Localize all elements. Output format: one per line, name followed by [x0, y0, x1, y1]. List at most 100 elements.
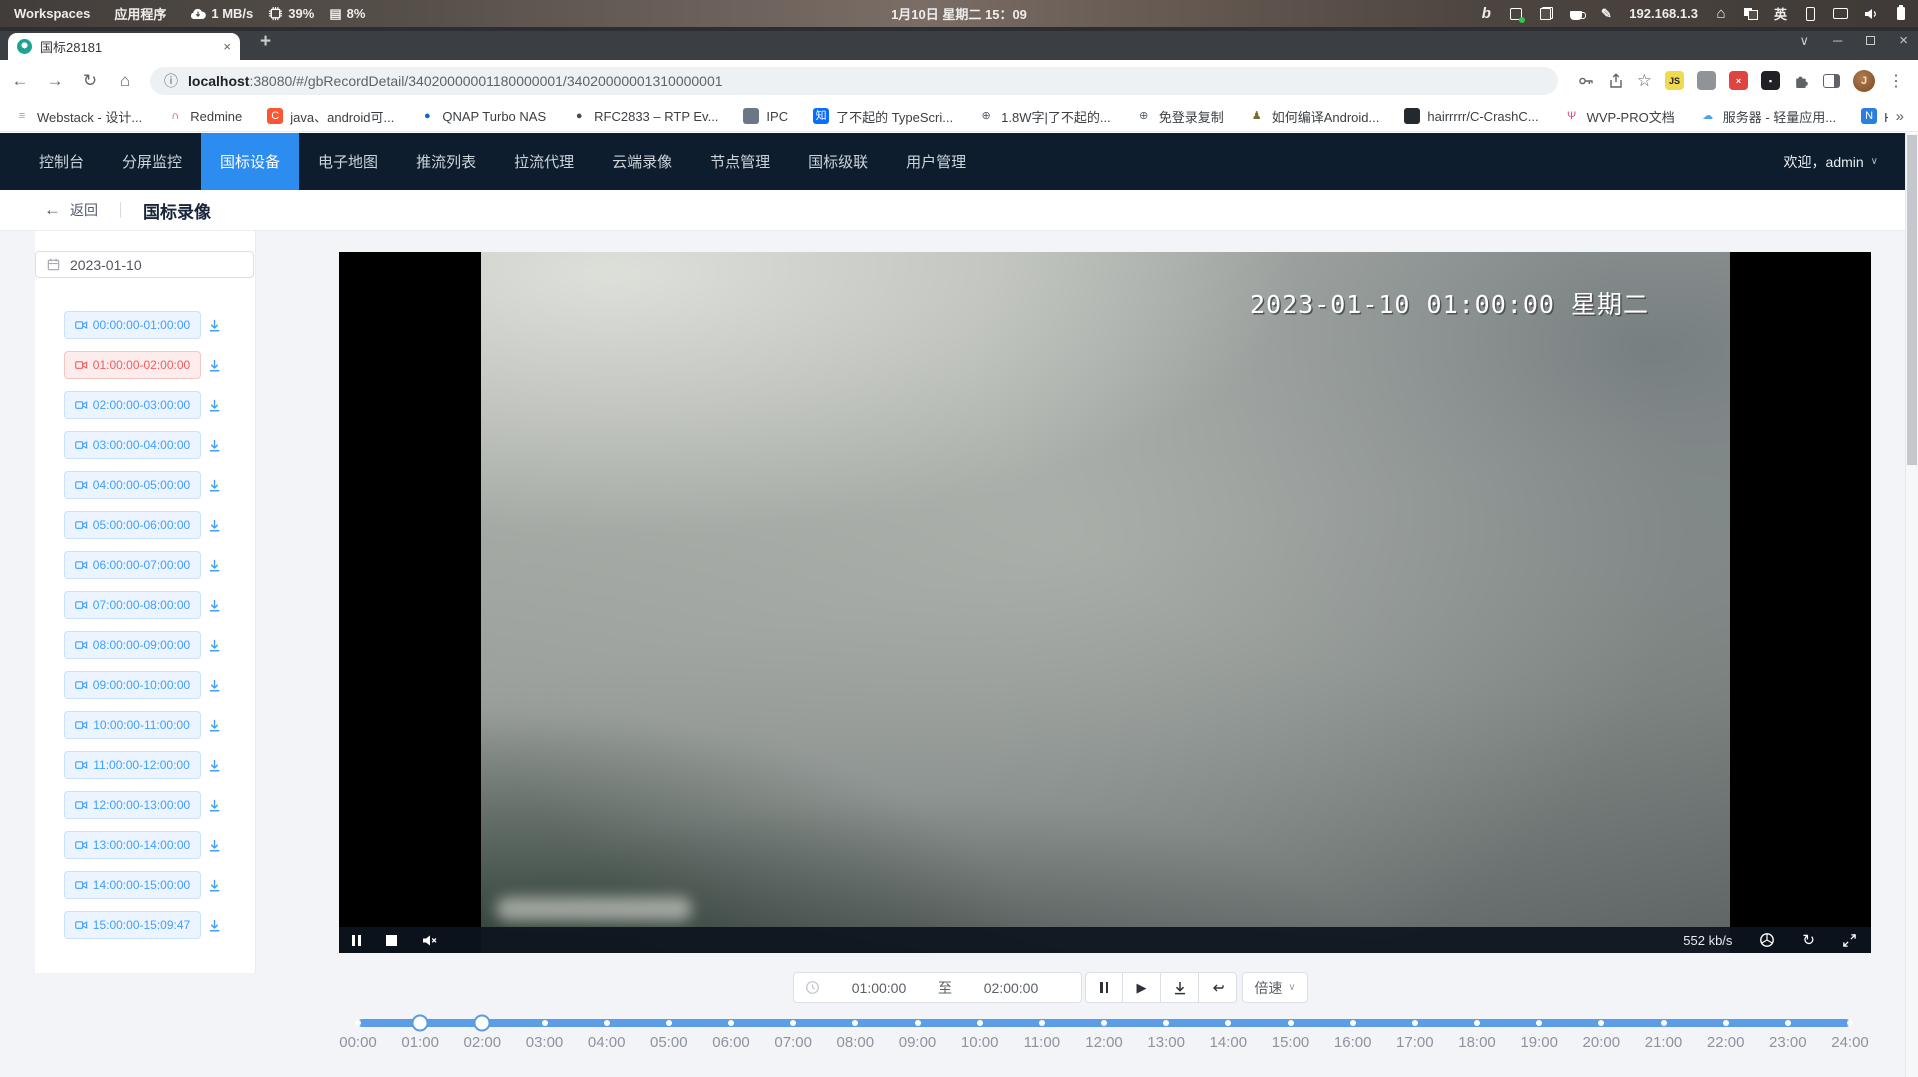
record-time-button[interactable]: 07:00:00-08:00:00 — [64, 591, 201, 619]
record-time-button[interactable]: 05:00:00-06:00:00 — [64, 511, 201, 539]
record-download-icon[interactable] — [207, 838, 222, 853]
record-time-button[interactable]: 11:00:00-12:00:00 — [64, 751, 201, 779]
cpu-usage-indicator[interactable]: 39% — [268, 6, 314, 21]
password-key-icon[interactable] — [1577, 73, 1595, 89]
display-tray-icon[interactable] — [1833, 8, 1848, 19]
profile-avatar[interactable]: J — [1853, 70, 1875, 92]
record-time-button[interactable]: 15:00:00-15:09:47 — [64, 911, 201, 939]
nav-tab[interactable]: 节点管理 — [691, 133, 789, 190]
record-download-icon[interactable] — [207, 318, 222, 333]
memory-usage-indicator[interactable]: ▤ 8% — [329, 6, 365, 22]
new-tab-button[interactable]: + — [260, 31, 271, 53]
date-picker-input[interactable]: 2023-01-10 — [35, 251, 254, 278]
bing-tray-icon[interactable]: b — [1479, 5, 1493, 22]
bookmark-item[interactable]: IPC — [743, 108, 788, 124]
record-time-button[interactable]: 13:00:00-14:00:00 — [64, 831, 201, 859]
record-time-button[interactable]: 08:00:00-09:00:00 — [64, 631, 201, 659]
bookmarks-overflow-chevron[interactable]: » — [1888, 108, 1904, 125]
record-download-icon[interactable] — [207, 878, 222, 893]
coffee-tray-icon[interactable] — [1569, 8, 1583, 20]
extension-icon[interactable]: JS — [1665, 71, 1684, 90]
nav-tab[interactable]: 电子地图 — [299, 133, 397, 190]
share-icon[interactable] — [1608, 73, 1624, 89]
browser-tab[interactable]: 国标28181 × — [8, 33, 240, 60]
workspaces-tray-icon[interactable] — [1744, 8, 1758, 20]
window-close-icon[interactable]: × — [1899, 32, 1908, 49]
record-download-icon[interactable] — [207, 518, 222, 533]
record-download-icon[interactable] — [207, 638, 222, 653]
page-scrollbar[interactable] — [1905, 133, 1918, 1077]
bookmark-item[interactable]: Ψ WVP-PRO文档 — [1564, 107, 1675, 126]
nav-tab[interactable]: 拉流代理 — [495, 133, 593, 190]
bookmark-item[interactable]: ∩ Redmine — [167, 108, 242, 124]
bookmark-item[interactable]: ● RFC2833 – RTP Ev... — [571, 108, 718, 124]
window-maximize-icon[interactable] — [1866, 36, 1875, 45]
video-player[interactable]: 2023-01-10 01:00:00 星期二 552 kb/s ↻ — [339, 252, 1871, 953]
applications-menu[interactable]: 应用程序 — [114, 4, 166, 23]
back-button[interactable]: 返回 — [70, 200, 98, 220]
app-window-tray-icon[interactable] — [1509, 8, 1523, 20]
timeline-track[interactable] — [358, 1019, 1850, 1027]
input-method-indicator[interactable]: 英 — [1774, 4, 1787, 23]
nav-tab[interactable]: 云端录像 — [593, 133, 691, 190]
record-time-button[interactable]: 03:00:00-04:00:00 — [64, 431, 201, 459]
back-nav-icon[interactable]: ← — [10, 71, 30, 91]
bookmark-item[interactable]: hairrrrr/C-CrashC... — [1404, 108, 1538, 124]
tab-search-chevron-icon[interactable]: ∨ — [1800, 33, 1810, 49]
extension-icon[interactable]: × — [1729, 71, 1748, 90]
record-time-button[interactable]: 04:00:00-05:00:00 — [64, 471, 201, 499]
record-download-icon[interactable] — [207, 758, 222, 773]
clipboard-tray-icon[interactable] — [1539, 7, 1553, 20]
nav-tab[interactable]: 控制台 — [20, 133, 103, 190]
reload-icon[interactable]: ↻ — [80, 71, 100, 91]
record-download-icon[interactable] — [207, 678, 222, 693]
scrollbar-thumb[interactable] — [1907, 135, 1917, 465]
time-range-picker[interactable]: 01:00:00 至 02:00:00 — [793, 972, 1082, 1003]
bookmark-item[interactable]: ♟ 如何编译Android... — [1249, 107, 1380, 126]
forward-nav-icon[interactable]: → — [45, 71, 65, 91]
nav-tab[interactable]: 分屏监控 — [103, 133, 201, 190]
record-download-icon[interactable] — [207, 438, 222, 453]
record-download-icon[interactable] — [207, 358, 222, 373]
record-time-button[interactable]: 14:00:00-15:00:00 — [64, 871, 201, 899]
nav-tab[interactable]: 国标设备 — [201, 133, 299, 190]
pen-tool-tray-icon[interactable]: ✎ — [1599, 6, 1613, 22]
player-stop-icon[interactable] — [386, 935, 397, 946]
fullscreen-icon[interactable] — [1842, 933, 1857, 948]
site-info-icon[interactable]: ⓘ — [164, 71, 178, 91]
extension-icon[interactable] — [1697, 71, 1716, 90]
home-icon[interactable]: ⌂ — [115, 71, 135, 91]
record-download-icon[interactable] — [207, 398, 222, 413]
pause-button[interactable] — [1085, 972, 1123, 1003]
mute-speaker-icon[interactable] — [422, 934, 438, 947]
record-time-button[interactable]: 09:00:00-10:00:00 — [64, 671, 201, 699]
bookmark-item[interactable]: ⊕ 免登录复制 — [1136, 107, 1224, 126]
volume-tray-icon[interactable] — [1864, 8, 1878, 20]
seek-back-button[interactable] — [1199, 972, 1237, 1003]
bookmark-star-icon[interactable]: ☆ — [1637, 71, 1652, 91]
timeline-range-handle[interactable] — [474, 1015, 491, 1032]
speed-dropdown[interactable]: 倍速 ∨ — [1242, 972, 1308, 1003]
nav-tab[interactable]: 国标级联 — [789, 133, 887, 190]
record-time-button[interactable]: 01:00:00-02:00:00 — [64, 351, 201, 379]
record-time-button[interactable]: 00:00:00-01:00:00 — [64, 311, 201, 339]
extension-icon[interactable]: ▪ — [1761, 71, 1780, 90]
browser-menu-icon[interactable]: ⋮ — [1888, 71, 1904, 91]
record-download-icon[interactable] — [207, 558, 222, 573]
url-bar[interactable]: ⓘ localhost:38080/#/gbRecordDetail/34020… — [150, 67, 1558, 95]
phone-link-tray-icon[interactable] — [1803, 7, 1817, 21]
record-download-icon[interactable] — [207, 478, 222, 493]
side-panel-icon[interactable] — [1823, 74, 1840, 88]
start-time-value[interactable]: 01:00:00 — [820, 980, 938, 996]
record-time-button[interactable]: 10:00:00-11:00:00 — [64, 711, 201, 739]
record-time-button[interactable]: 02:00:00-03:00:00 — [64, 391, 201, 419]
bookmark-item[interactable]: ≡ Webstack - 设计... — [14, 107, 142, 126]
workspaces-button[interactable]: Workspaces — [14, 6, 90, 21]
bookmark-item[interactable]: 知 了不起的 TypeScri... — [813, 107, 953, 126]
end-time-value[interactable]: 02:00:00 — [952, 980, 1070, 996]
record-download-icon[interactable] — [207, 718, 222, 733]
network-speed-indicator[interactable]: 1 MB/s — [190, 6, 253, 21]
record-download-icon[interactable] — [207, 798, 222, 813]
player-pause-icon[interactable] — [352, 935, 361, 946]
nav-tab[interactable]: 推流列表 — [397, 133, 495, 190]
